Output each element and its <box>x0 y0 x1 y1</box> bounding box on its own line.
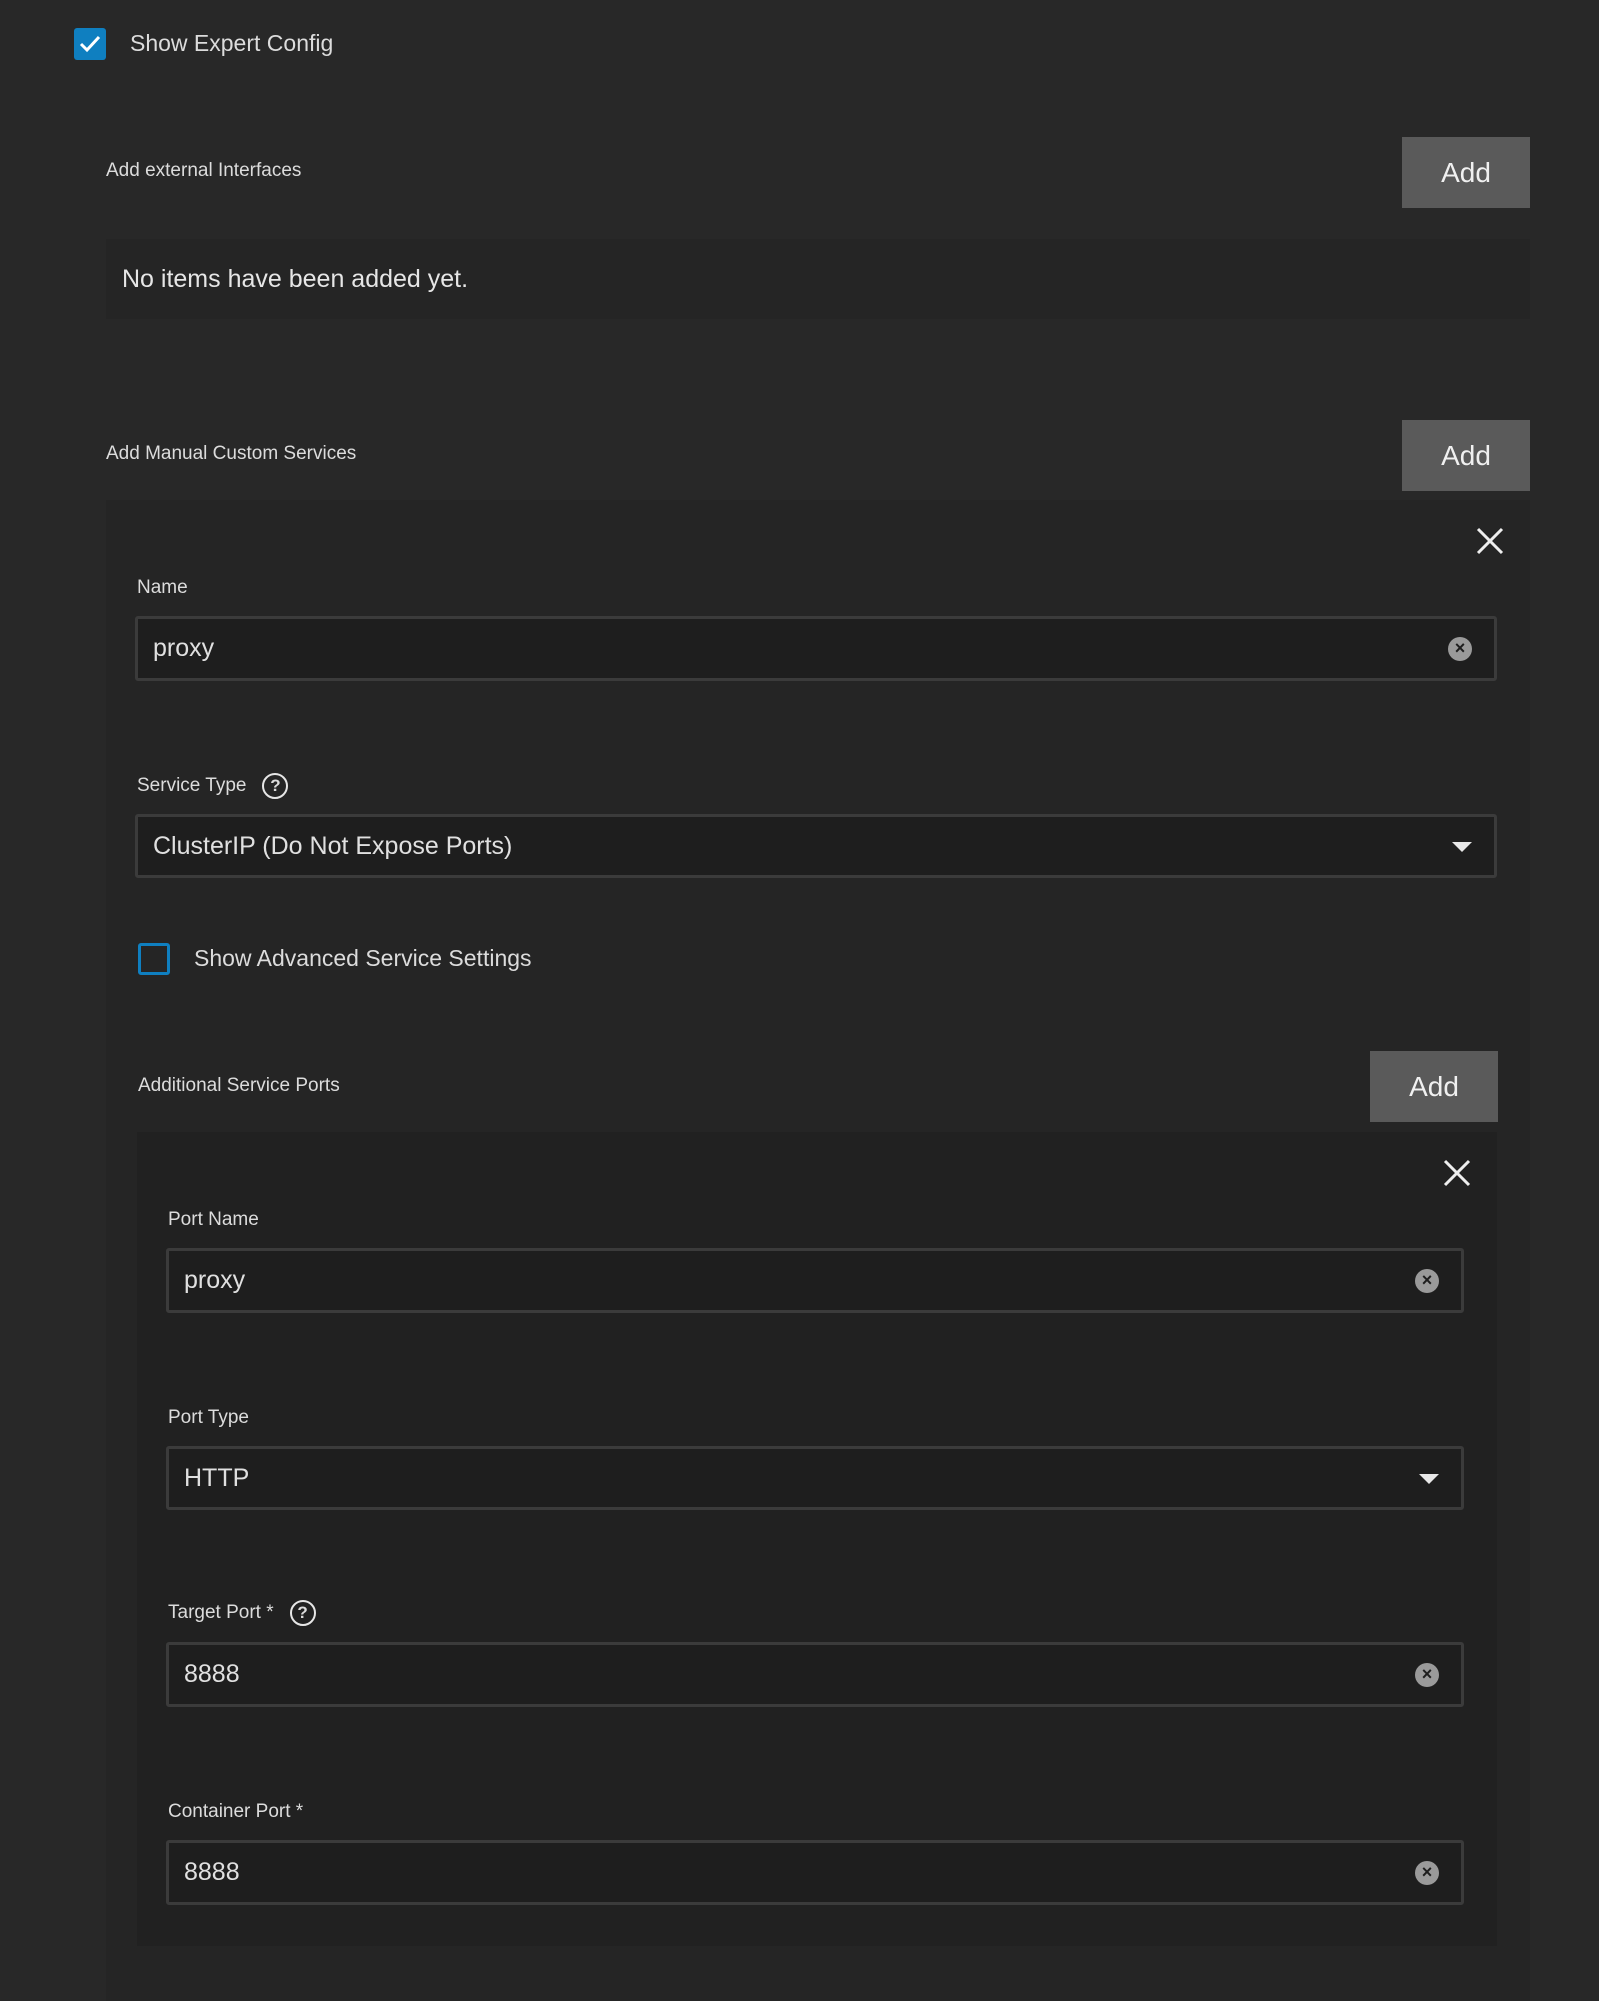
empty-text: No items have been added yet. <box>122 264 469 293</box>
target-port-label: Target Port *? <box>168 1600 316 1626</box>
target-port-input[interactable]: 8888 × <box>166 1642 1464 1707</box>
show-expert-config-checkbox[interactable] <box>74 28 106 60</box>
additional-ports-label: Additional Service Ports <box>138 1075 340 1096</box>
dropdown-arrow-icon <box>1452 842 1472 852</box>
name-label: Name <box>137 577 188 598</box>
add-external-interface-button[interactable]: Add <box>1402 137 1530 208</box>
help-icon[interactable]: ? <box>289 1600 316 1626</box>
port-name-value: proxy <box>184 1266 246 1294</box>
help-icon[interactable]: ? <box>262 773 289 799</box>
external-interfaces-label: Add external Interfaces <box>106 160 302 181</box>
add-custom-service-button[interactable]: Add <box>1402 420 1530 491</box>
custom-services-label: Add Manual Custom Services <box>106 443 357 464</box>
service-type-select[interactable]: ClusterIP (Do Not Expose Ports) <box>135 814 1497 878</box>
service-type-label-text: Service Type <box>137 775 247 797</box>
container-port-label: Container Port * <box>168 1801 304 1822</box>
port-type-label: Port Type <box>168 1407 249 1428</box>
name-input[interactable]: proxy × <box>135 616 1497 681</box>
service-port-card: Port Name proxy × Port Type HTTP Target … <box>137 1132 1497 1946</box>
name-value: proxy <box>153 634 215 662</box>
clear-icon[interactable]: × <box>1415 1268 1439 1293</box>
port-type-value: HTTP <box>184 1463 250 1492</box>
show-expert-config-label: Show Expert Config <box>130 30 334 56</box>
service-type-value: ClusterIP (Do Not Expose Ports) <box>153 831 513 860</box>
empty-list-message: No items have been added yet. <box>106 239 1530 319</box>
dropdown-arrow-icon <box>1419 1474 1439 1484</box>
port-name-input[interactable]: proxy × <box>166 1248 1464 1313</box>
container-port-input[interactable]: 8888 × <box>166 1840 1464 1905</box>
show-advanced-settings-checkbox[interactable] <box>138 943 170 975</box>
check-icon <box>79 35 101 53</box>
clear-icon[interactable]: × <box>1415 1860 1439 1885</box>
target-port-label-text: Target Port * <box>168 1602 274 1624</box>
target-port-value: 8888 <box>184 1660 240 1688</box>
show-advanced-settings-label: Show Advanced Service Settings <box>194 945 532 971</box>
container-port-value: 8888 <box>184 1858 240 1886</box>
port-type-select[interactable]: HTTP <box>166 1446 1464 1510</box>
clear-icon[interactable]: × <box>1448 636 1472 661</box>
service-type-label: Service Type? <box>137 773 289 799</box>
custom-service-card: Name proxy × Service Type? ClusterIP (Do… <box>106 500 1530 2001</box>
port-name-label: Port Name <box>168 1209 259 1230</box>
remove-port-close-icon[interactable] <box>1442 1158 1472 1188</box>
clear-icon[interactable]: × <box>1415 1662 1439 1687</box>
add-service-port-button[interactable]: Add <box>1370 1051 1498 1122</box>
remove-service-close-icon[interactable] <box>1475 526 1505 556</box>
